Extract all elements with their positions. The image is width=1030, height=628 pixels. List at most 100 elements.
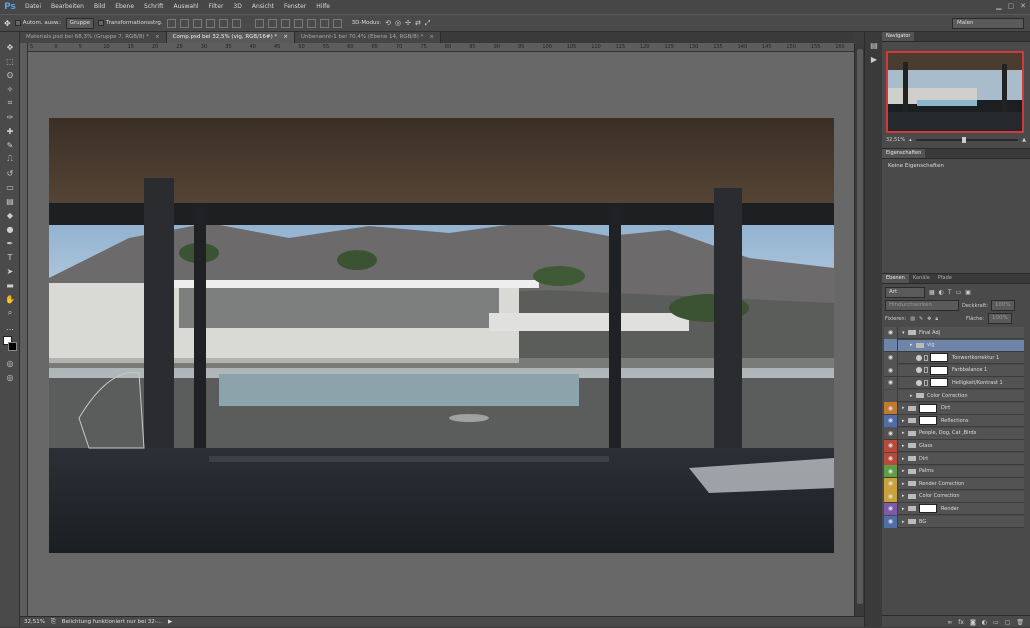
lasso-tool-icon[interactable]: ʘ	[0, 68, 20, 82]
3d-drag-icon[interactable]: ✢	[405, 19, 411, 27]
layer-mask-thumbnail[interactable]	[930, 365, 948, 375]
document-tab[interactable]: Unbenannt-1 bei 70,4% (Ebene 14, RGB/8) …	[294, 32, 441, 43]
screen-mode-icon[interactable]: ◎	[0, 370, 20, 384]
navigator-zoom-value[interactable]: 32,51%	[886, 137, 905, 143]
layer-row[interactable]: ◉ ▸ Dirt	[884, 452, 1024, 465]
canvas-area[interactable]	[28, 52, 854, 616]
tab-close-icon[interactable]: ×	[283, 32, 288, 43]
vertical-ruler[interactable]	[20, 43, 28, 616]
zoom-slider[interactable]	[915, 137, 1019, 143]
fill-field[interactable]: 100%	[988, 313, 1012, 324]
mask-link-icon[interactable]	[924, 379, 928, 386]
lock-pixels-icon[interactable]: ✎	[919, 316, 923, 322]
visibility-eye-icon[interactable]: ◉	[884, 402, 898, 415]
add-mask-icon[interactable]: ◙	[970, 619, 976, 626]
menu-schrift[interactable]: Schrift	[139, 0, 168, 14]
layer-row[interactable]: ◉ ▸ People, Dog, Cat ,Birds	[884, 427, 1024, 440]
visibility-eye-icon[interactable]: ◉	[884, 414, 898, 427]
color-swatches[interactable]	[0, 334, 20, 356]
shape-tool-icon[interactable]: ▬	[0, 278, 20, 292]
menu-ansicht[interactable]: Ansicht	[247, 0, 279, 14]
distribute-vcenter-icon[interactable]	[267, 18, 277, 28]
layer-row[interactable]: ◉ ▸ BG	[884, 515, 1024, 528]
brush-tool-icon[interactable]: ✎	[0, 138, 20, 152]
lock-position-icon[interactable]: ✥	[927, 316, 931, 322]
menu-filter[interactable]: Filter	[204, 0, 229, 14]
3d-slide-icon[interactable]: ⇄	[415, 19, 421, 27]
visibility-eye-icon[interactable]: ◉	[884, 502, 898, 515]
tab-navigator[interactable]: Navigator	[882, 32, 915, 41]
layer-row[interactable]: ◉ ▾ Final Adj	[884, 326, 1024, 339]
move-tool-icon[interactable]: ✥	[0, 40, 20, 54]
document-tab[interactable]: Comp.psd bei 32,5% (vig, RGB/16#) * ×	[166, 32, 295, 43]
menu-datei[interactable]: Datei	[20, 0, 46, 14]
visibility-eye-icon[interactable]: ◉	[884, 376, 898, 389]
3d-roll-icon[interactable]: ◎	[395, 19, 401, 27]
menu-ebene[interactable]: Ebene	[110, 0, 139, 14]
auto-align-icon[interactable]	[332, 18, 342, 28]
visibility-eye-icon[interactable]: ◉	[884, 515, 898, 528]
distribute-top-icon[interactable]	[254, 18, 264, 28]
export-icon[interactable]: ⎘	[51, 618, 56, 626]
zoom-slider-knob[interactable]	[961, 137, 966, 143]
menu-auswahl[interactable]: Auswahl	[168, 0, 203, 14]
visibility-eye-icon[interactable]: ◉	[884, 326, 898, 339]
distribute-bottom-icon[interactable]	[280, 18, 290, 28]
align-vcenter-icon[interactable]	[179, 18, 189, 28]
zoom-in-icon[interactable]: ▲	[1022, 137, 1026, 143]
layer-mask-thumbnail[interactable]	[919, 403, 937, 413]
align-top-icon[interactable]	[166, 18, 176, 28]
layer-row[interactable]: ◉ ▸ Render Correction	[884, 477, 1024, 491]
crop-tool-icon[interactable]: ⌗	[0, 96, 20, 110]
visibility-eye-icon[interactable]: ◉	[884, 465, 898, 478]
filter-pixel-icon[interactable]: ▦	[929, 289, 935, 296]
actions-icon[interactable]: ▶	[865, 52, 883, 66]
align-hcenter-icon[interactable]	[218, 18, 228, 28]
tab-ebenen[interactable]: Ebenen	[882, 274, 909, 283]
distribute-left-icon[interactable]	[293, 18, 303, 28]
layer-row[interactable]: ◉ Farbbalance 1	[884, 364, 1024, 377]
layer-row[interactable]: ◉ Helligkeit/Kontrast 1	[884, 376, 1024, 390]
3d-orbit-icon[interactable]: ⟲	[385, 19, 391, 27]
layer-row[interactable]: ◉ ▸ Dirt	[884, 402, 1024, 415]
pen-tool-icon[interactable]: ✒	[0, 236, 20, 250]
new-layer-icon[interactable]: ▢	[1005, 619, 1011, 626]
close-icon[interactable]: ✕	[1020, 2, 1026, 10]
visibility-eye-icon[interactable]: ◉	[884, 477, 898, 490]
lock-transparent-icon[interactable]: ▨	[910, 316, 915, 322]
distribute-right-icon[interactable]	[319, 18, 329, 28]
auto-select-checkbox[interactable]: Autom. ausw.:	[14, 20, 62, 26]
eraser-tool-icon[interactable]: ▭	[0, 180, 20, 194]
mask-link-icon[interactable]	[924, 354, 928, 361]
distribute-hcenter-icon[interactable]	[306, 18, 316, 28]
layer-row[interactable]: ▸ Color Correction	[884, 389, 1024, 402]
align-left-icon[interactable]	[205, 18, 215, 28]
menu-fenster[interactable]: Fenster	[279, 0, 311, 14]
layer-row[interactable]: ▸ vig	[884, 339, 1024, 352]
layer-mask-thumbnail[interactable]	[930, 378, 948, 388]
layer-mask-thumbnail[interactable]	[930, 353, 948, 363]
gradient-tool-icon[interactable]: ▤	[0, 194, 20, 208]
tab-pfade[interactable]: Pfade	[934, 274, 956, 283]
layer-mask-thumbnail[interactable]	[919, 504, 937, 514]
eyedropper-tool-icon[interactable]: ✑	[0, 110, 20, 124]
quick-select-tool-icon[interactable]: ✧	[0, 82, 20, 96]
filter-shape-icon[interactable]: ▭	[956, 289, 962, 296]
visibility-eye-icon[interactable]: ◉	[884, 427, 898, 440]
type-tool-icon[interactable]: T	[0, 250, 20, 264]
maximize-icon[interactable]: ▢	[1008, 2, 1015, 10]
visibility-eye-icon[interactable]: ◉	[884, 364, 898, 377]
new-adjustment-icon[interactable]: ◐	[982, 619, 987, 626]
status-arrow-icon[interactable]: ▶	[168, 619, 172, 625]
3d-scale-icon[interactable]: ⤢	[425, 19, 431, 28]
mask-link-icon[interactable]	[924, 367, 928, 374]
document-image[interactable]	[49, 118, 834, 553]
document-tab[interactable]: Materials.psd bei 68,3% (Gruppe 7, RGB/8…	[20, 32, 167, 43]
tab-close-icon[interactable]: ×	[429, 32, 434, 43]
navigator-view-box[interactable]	[886, 51, 1024, 133]
layer-row[interactable]: ◉ ▸ Reflections	[884, 414, 1024, 428]
dodge-tool-icon[interactable]: ●	[0, 222, 20, 236]
history-brush-tool-icon[interactable]: ↺	[0, 166, 20, 180]
visibility-eye-icon[interactable]: ◉	[884, 351, 898, 364]
layer-row[interactable]: ◉ ▸ Palms	[884, 465, 1024, 478]
